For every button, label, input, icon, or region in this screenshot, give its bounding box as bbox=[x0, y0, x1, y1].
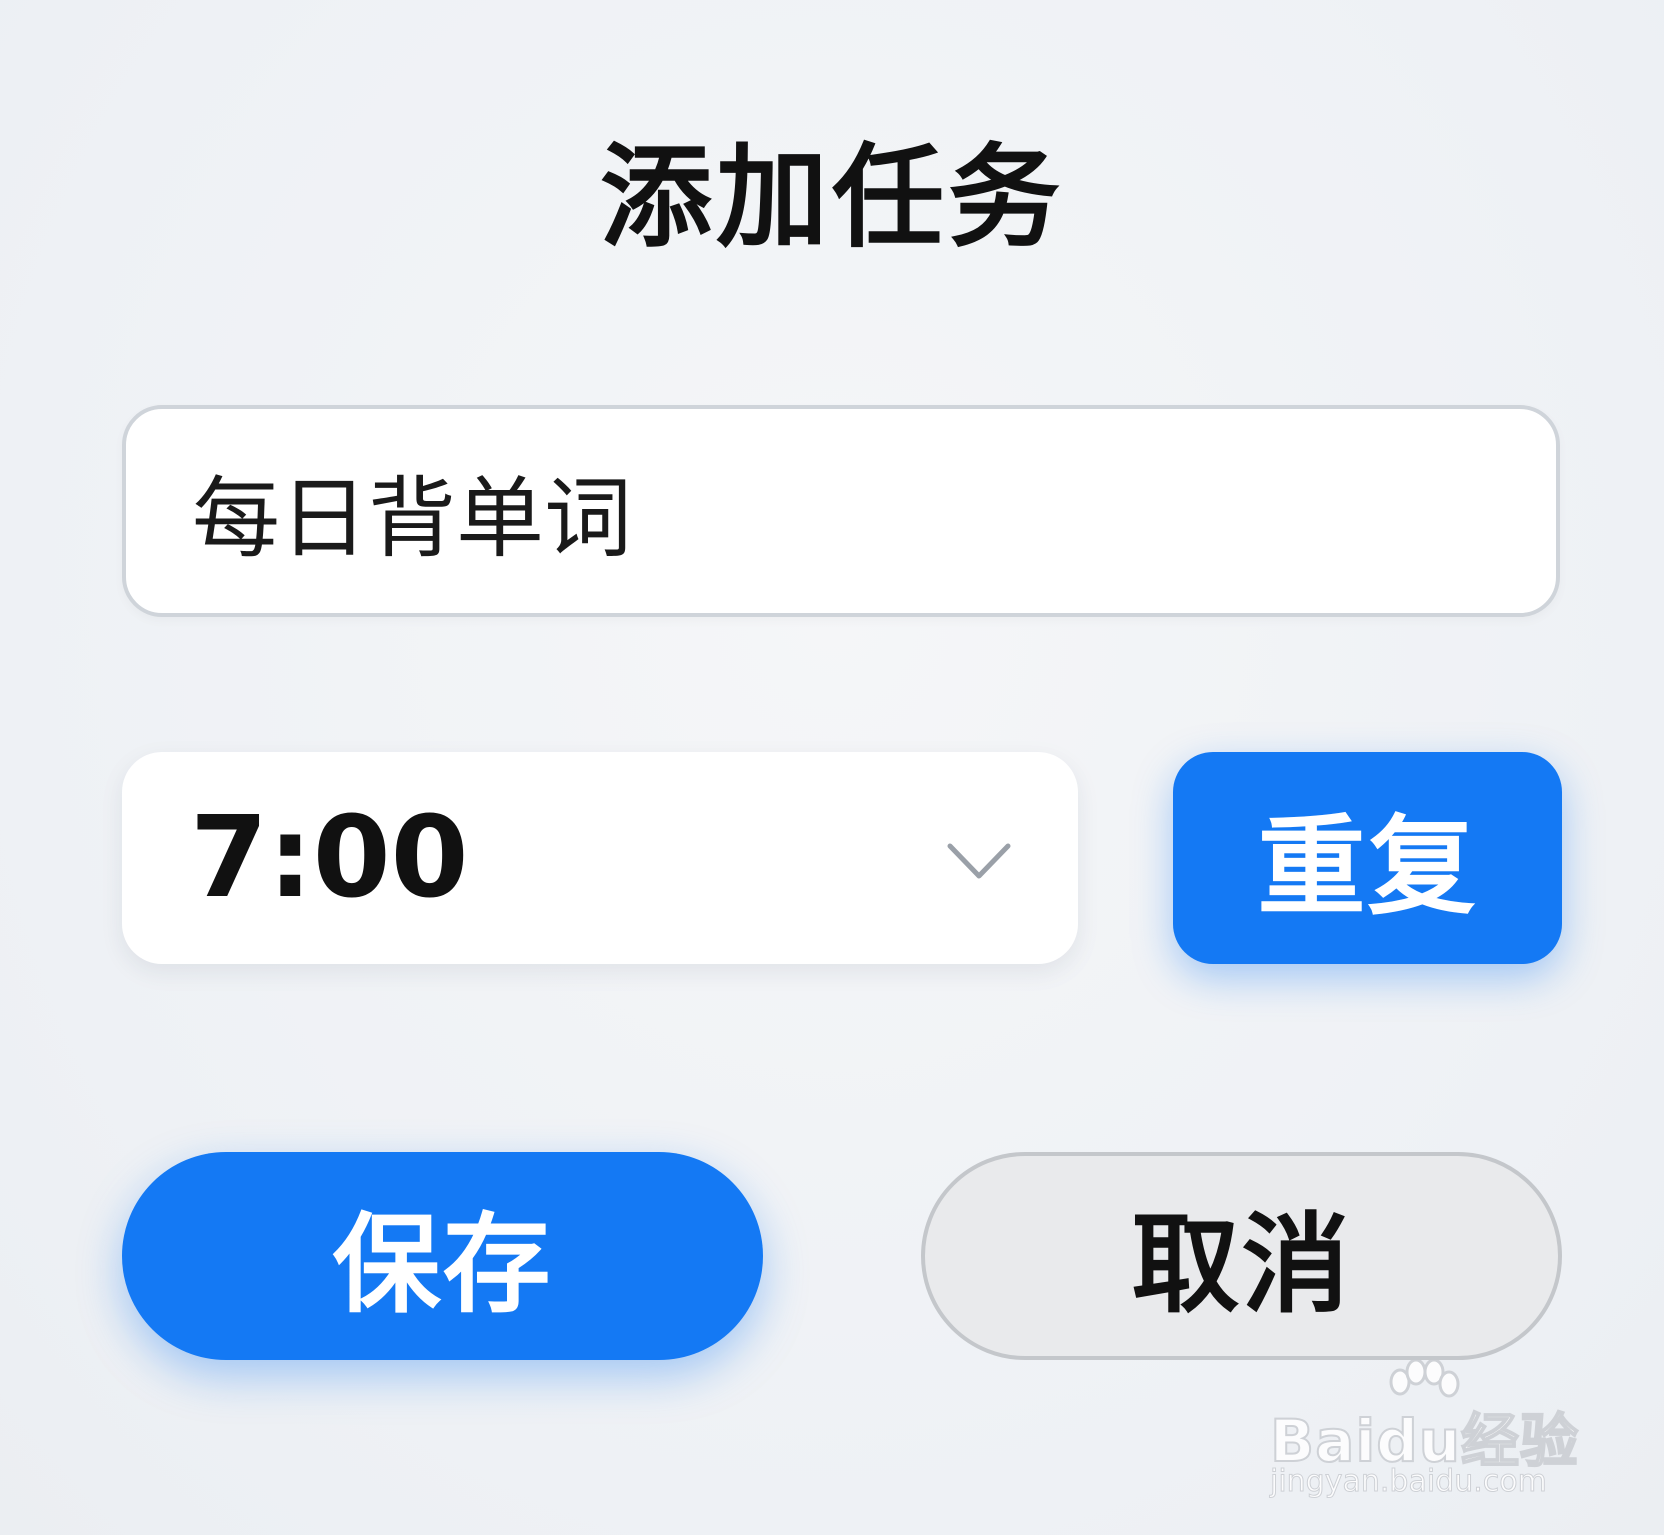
watermark: Baidu经验 jingyan.baidu.com bbox=[1269, 1360, 1590, 1500]
page-title: 添加任务 bbox=[600, 133, 1064, 263]
cancel-button[interactable]: 取消 bbox=[921, 1152, 1562, 1360]
watermark-url: jingyan.baidu.com bbox=[1270, 1464, 1548, 1500]
task-name-input[interactable] bbox=[122, 405, 1560, 617]
repeat-button[interactable]: 重复 bbox=[1173, 752, 1562, 964]
time-select-value: 7:00 bbox=[190, 793, 469, 923]
add-task-screen: 添加任务 7:00 重复 保存 取消 Baidu经验 jingyan.baidu… bbox=[0, 0, 1664, 1535]
time-select[interactable]: 7:00 bbox=[122, 752, 1078, 964]
chevron-down-icon bbox=[947, 843, 1011, 879]
save-button[interactable]: 保存 bbox=[122, 1152, 763, 1360]
